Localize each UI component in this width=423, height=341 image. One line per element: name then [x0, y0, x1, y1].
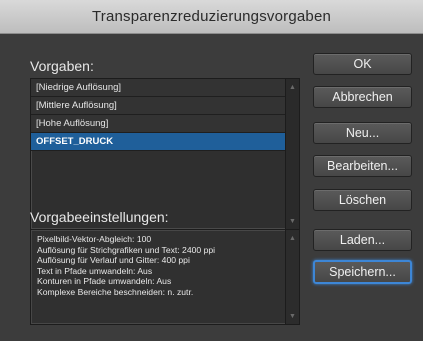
settings-scrollbar[interactable]: ▲ ▼: [285, 230, 299, 324]
save-button[interactable]: Speichern...: [313, 260, 412, 284]
ok-button[interactable]: OK: [313, 53, 412, 75]
presets-list[interactable]: [Niedrige Auflösung] [Mittlere Auflösung…: [30, 78, 300, 230]
cancel-button[interactable]: Abbrechen: [313, 86, 412, 108]
presets-label: Vorgaben:: [30, 58, 94, 74]
list-item[interactable]: [Hohe Auflösung]: [31, 115, 285, 133]
load-button[interactable]: Laden...: [313, 229, 412, 251]
dialog-body: Vorgaben: [Niedrige Auflösung] [Mittlere…: [0, 34, 423, 341]
delete-button[interactable]: Löschen: [313, 189, 412, 211]
settings-line: Komplexe Bereiche beschneiden: n. zutr.: [37, 286, 194, 297]
window-titlebar: Transparenzreduzierungsvorgaben: [0, 0, 423, 34]
list-item[interactable]: [Mittlere Auflösung]: [31, 97, 285, 115]
settings-line: Pixelbild-Vektor-Abgleich: 100: [37, 234, 152, 244]
presets-scrollbar[interactable]: ▲ ▼: [285, 79, 299, 229]
scroll-down-arrow-icon[interactable]: ▼: [286, 310, 299, 322]
scroll-up-arrow-icon[interactable]: ▲: [286, 81, 299, 93]
settings-line: Auflösung für Verlauf und Gitter: 400 pp…: [37, 255, 190, 265]
window-title: Transparenzreduzierungsvorgaben: [91, 8, 332, 25]
list-item[interactable]: [Niedrige Auflösung]: [31, 79, 285, 97]
settings-line: Auflösung für Strichgrafiken und Text: 2…: [37, 244, 216, 255]
scroll-down-arrow-icon[interactable]: ▼: [286, 215, 299, 227]
settings-line: Text in Pfade umwandeln: Aus: [37, 265, 153, 276]
settings-textbox: Pixelbild-Vektor-Abgleich: 100 Auflösung…: [30, 229, 300, 325]
settings-line: Konturen in Pfade umwandeln: Aus: [37, 276, 172, 286]
edit-button[interactable]: Bearbeiten...: [313, 155, 412, 177]
settings-label: Vorgabeeinstellungen:: [30, 209, 169, 225]
new-button[interactable]: Neu...: [313, 122, 412, 144]
list-item-selected[interactable]: OFFSET_DRUCK: [31, 133, 285, 151]
scroll-up-arrow-icon[interactable]: ▲: [286, 232, 299, 244]
